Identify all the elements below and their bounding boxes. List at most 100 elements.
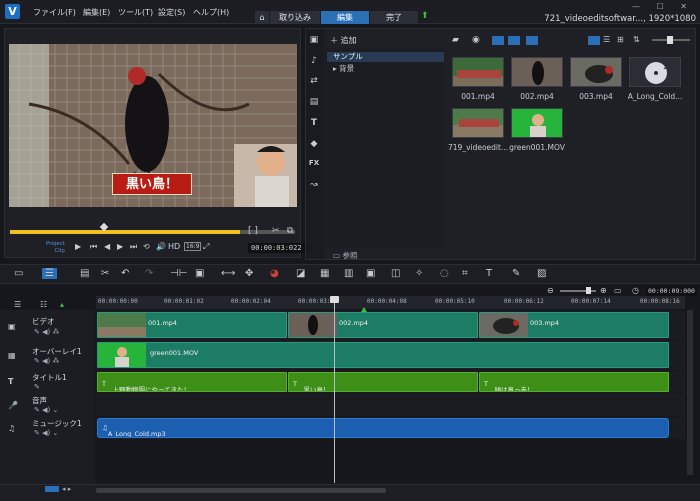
track-title-controls[interactable]: ✎ <box>34 383 40 391</box>
split-screen-icon[interactable]: ◫ <box>391 268 400 279</box>
media-thumb-audio[interactable]: ♪ <box>629 57 681 87</box>
overlay-icon[interactable]: ◆ <box>308 139 320 149</box>
folder-item-sample[interactable]: サンプル <box>327 52 444 62</box>
go-start-icon[interactable]: ⏮ <box>90 242 97 252</box>
fit-project-icon[interactable]: ▭ <box>614 286 622 295</box>
timeline-empty-area[interactable] <box>96 440 685 482</box>
track-height-button[interactable] <box>45 486 59 492</box>
text-icon[interactable]: T <box>486 268 492 279</box>
scrub-bar[interactable] <box>10 230 240 234</box>
video-clip-002[interactable]: 002.mp4 <box>288 312 478 338</box>
path-icon[interactable]: ↝ <box>308 180 320 190</box>
tab-edit[interactable]: 編集 <box>321 11 369 24</box>
media-thumb-002[interactable] <box>511 57 563 87</box>
list-view-icon[interactable]: ☰ <box>603 35 610 44</box>
fullscreen-icon[interactable]: ⤢ <box>203 242 209 252</box>
filter-audio-button[interactable] <box>526 36 538 45</box>
track-voice-controls[interactable]: ✎ ◀) ⌄ <box>34 406 58 414</box>
menu-edit[interactable]: 編集(E) <box>83 7 110 18</box>
play-icon[interactable]: ▶ <box>75 242 81 251</box>
graphic-icon[interactable]: ▤ <box>308 97 320 107</box>
filter-photo-button[interactable] <box>508 36 520 45</box>
track-video-controls[interactable]: ✎ ◀) ⁂ <box>34 328 59 336</box>
media-thumb-green[interactable] <box>511 108 563 138</box>
playhead-handle[interactable] <box>330 296 339 303</box>
zoom-out-icon[interactable]: ⊖ <box>547 286 554 295</box>
project-label[interactable]: Project <box>46 241 65 248</box>
mask-icon[interactable]: ◪ <box>296 268 305 279</box>
go-end-icon[interactable]: ⏭ <box>130 242 137 252</box>
color-grade-icon[interactable]: ✎ <box>512 268 520 279</box>
tab-share[interactable]: 完了 <box>370 11 418 24</box>
title-clip-1[interactable]: T 上野動物園にやってきた！ <box>97 372 287 392</box>
aspect-icon[interactable]: 16:9 <box>184 242 202 251</box>
timeline-horizontal-scrollbar[interactable] <box>96 488 386 493</box>
timeline-timecode[interactable]: 00:00:09:000 <box>646 286 697 296</box>
add-track-icon[interactable]: ▴ <box>60 300 64 309</box>
tools-icon[interactable]: ✂ <box>101 268 109 279</box>
undo-icon[interactable]: ↶ <box>121 268 129 279</box>
menu-help[interactable]: ヘルプ(H) <box>193 7 229 18</box>
title-clip-2[interactable]: T 黒い鳥！ <box>288 372 478 392</box>
motion-tracking-icon[interactable]: ✧ <box>415 268 423 279</box>
clip-label[interactable]: Clip <box>46 248 64 255</box>
upload-icon[interactable]: ⬆ <box>421 11 429 21</box>
multicam-icon[interactable]: ▦ <box>320 268 329 279</box>
sort-icon[interactable]: ⇅ <box>633 35 640 44</box>
track-music-controls[interactable]: ✎ ◀) ⌄ <box>34 429 58 437</box>
repeat-icon[interactable]: ⟲ <box>143 242 150 251</box>
track-toggle-icon[interactable]: ☷ <box>40 300 47 309</box>
speed-icon[interactable]: ◌ <box>440 268 449 279</box>
media-thumb-project[interactable] <box>452 108 504 138</box>
thumbnail-view-button[interactable] <box>588 36 600 45</box>
browse-button[interactable]: ▭ 参照 <box>333 250 357 261</box>
record-icon[interactable]: ◉ <box>472 35 480 45</box>
next-frame-icon[interactable]: ▶ <box>117 242 123 251</box>
folder-item-background[interactable]: ▸ 背景 <box>333 63 354 74</box>
preview-timecode[interactable]: 00:00:03:022 <box>248 243 305 253</box>
copy-icon[interactable]: ⧉ <box>287 226 293 236</box>
track-manager-icon[interactable]: ▤ <box>80 268 89 279</box>
music-clip[interactable]: ♫ A_Long_Cold.mp3 <box>97 418 669 438</box>
zoom-handle[interactable] <box>586 287 591 294</box>
media-thumb-001[interactable] <box>452 57 504 87</box>
track-overlay-controls[interactable]: ✎ ◀) ⁂ <box>34 357 59 365</box>
menu-tools[interactable]: ツール(T) <box>118 7 153 18</box>
scroll-arrows-icon[interactable]: ◂ ▸ <box>62 485 71 493</box>
volume-icon[interactable]: 🔊 <box>156 242 166 251</box>
split-icon[interactable]: ⟷ <box>221 268 235 279</box>
title-clip-3[interactable]: T 顔は真っ赤！ <box>479 372 669 392</box>
zoom-in-icon[interactable]: ⊕ <box>600 286 607 295</box>
overlay-clip-green001[interactable]: green001.MOV <box>97 342 669 368</box>
hd-toggle[interactable]: HD <box>168 242 180 251</box>
storyboard-view-icon[interactable]: ▭ <box>14 268 23 279</box>
window-controls[interactable]: — ☐ ✕ <box>632 2 694 11</box>
render-icon[interactable]: ▨ <box>537 268 546 279</box>
add-folder-button[interactable]: ＋ 追加 <box>330 35 357 46</box>
prev-frame-icon[interactable]: ◀ <box>104 242 110 251</box>
tab-capture[interactable]: 取り込み <box>270 11 320 24</box>
title-icon[interactable]: T <box>308 118 320 128</box>
video-clip-001[interactable]: 001.mp4 <box>97 312 287 338</box>
import-folder-icon[interactable]: ▰ <box>452 35 459 45</box>
media-library-icon[interactable]: ▣ <box>308 35 320 45</box>
chroma-icon[interactable]: ◕ <box>270 268 279 279</box>
home-icon[interactable]: ⌂ <box>255 11 269 24</box>
playhead-line[interactable] <box>334 298 335 483</box>
timeline-vertical-scrollbar[interactable] <box>687 310 693 475</box>
crop-icon[interactable]: ⌗ <box>462 268 468 279</box>
video-clip-003[interactable]: 003.mp4 <box>479 312 669 338</box>
thumbnail-size-handle[interactable] <box>667 36 673 44</box>
redo-icon[interactable]: ↷ <box>145 268 153 279</box>
track-list-icon[interactable]: ☰ <box>14 300 21 309</box>
split-clip-icon[interactable]: ✂ <box>272 226 280 236</box>
timeline-view-icon[interactable]: ☰ <box>42 268 57 279</box>
filter-video-button[interactable] <box>492 36 504 45</box>
audio-mixer-icon[interactable]: ▥ <box>344 268 353 279</box>
record-capture-icon[interactable]: ▣ <box>195 268 204 279</box>
media-thumb-003[interactable] <box>570 57 622 87</box>
project-clip-switch[interactable]: Project Clip <box>46 241 65 255</box>
menu-file[interactable]: ファイル(F) <box>33 7 76 18</box>
detail-view-icon[interactable]: ⊞ <box>617 35 624 44</box>
trim-markers-icon[interactable]: [ ] <box>248 226 258 236</box>
